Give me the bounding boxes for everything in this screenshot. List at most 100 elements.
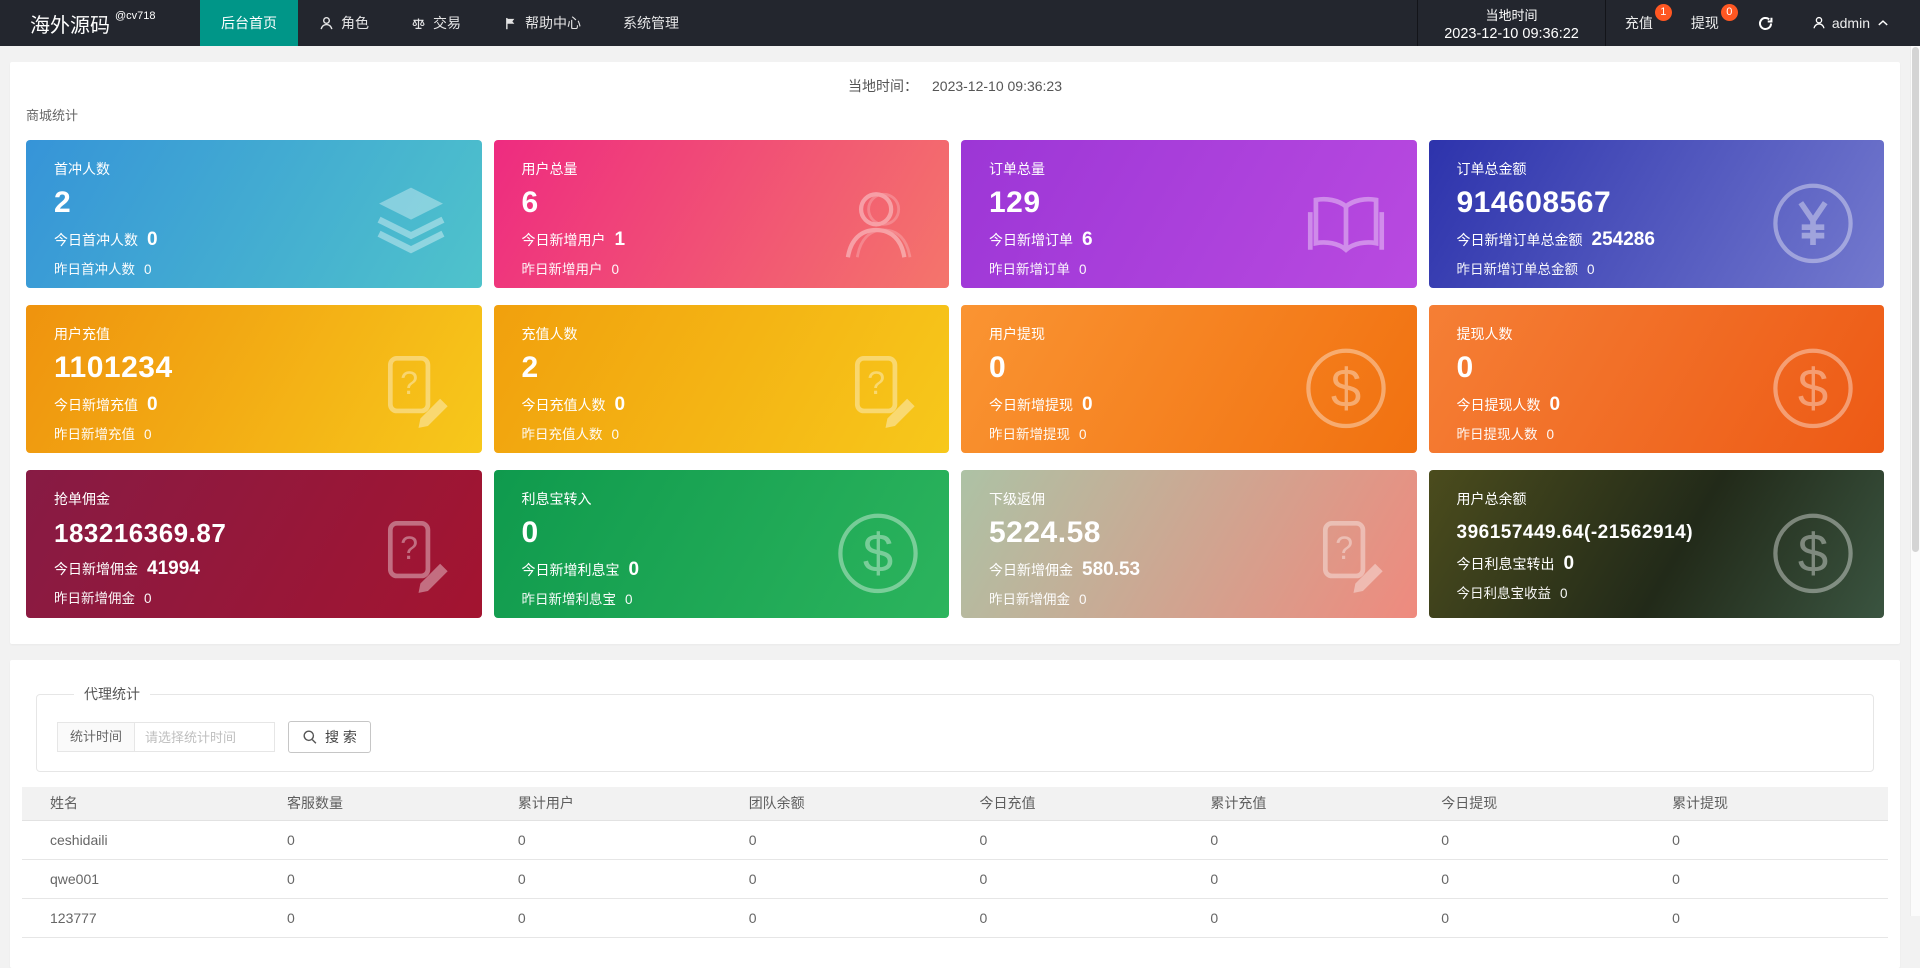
svg-text:$: $ (1798, 358, 1828, 419)
svg-text:$: $ (863, 523, 893, 584)
chevron-up-icon (1876, 16, 1890, 30)
page-scrollbar[interactable] (1910, 46, 1920, 916)
stat-card: 充值人数 2 今日充值人数0 昨日充值人数0 ? (494, 305, 950, 453)
filter-row: 统计时间 搜 索 (57, 721, 1853, 753)
table-cell: 0 (734, 820, 965, 859)
column-header: 累计提现 (1657, 787, 1888, 820)
menu-item-帮助中心[interactable]: 帮助中心 (482, 0, 602, 46)
flag-icon (503, 16, 518, 31)
stat-card: 用户充值 1101234 今日新增充值0 昨日新增充值0 ? (26, 305, 482, 453)
book-icon (1299, 176, 1393, 270)
stat-card-yesterday-label: 昨日新增用户 (522, 258, 603, 278)
stat-card-today-value: 0 (1550, 394, 1561, 416)
menu-item-交易[interactable]: 交易 (390, 0, 482, 46)
agent-stats-fieldset: 代理统计 统计时间 搜 索 (36, 684, 1874, 772)
stat-card-yesterday-value: 0 (1560, 586, 1568, 601)
yen-icon (1766, 176, 1860, 270)
stat-card-today-value: 0 (1564, 553, 1575, 575)
svg-text:?: ? (1335, 530, 1353, 566)
menu-item-后台首页[interactable]: 后台首页 (200, 0, 298, 46)
navbar: 海外源码 @cv718 后台首页 角色 交易 帮助中心 系统管理 当地时间 20… (0, 0, 1920, 46)
stat-card-today-value: 0 (147, 394, 158, 416)
stat-time-input[interactable] (135, 722, 275, 752)
svg-text:?: ? (400, 530, 418, 566)
recharge-link[interactable]: 充值 1 (1606, 0, 1672, 46)
scrollbar-thumb[interactable] (1912, 47, 1919, 552)
content-local-time-label: 当地时间： (848, 78, 918, 94)
stat-card-today-label: 今日新增佣金 (54, 559, 138, 579)
svg-text:$: $ (1330, 358, 1360, 419)
table-cell: 0 (503, 859, 734, 898)
refresh-button[interactable] (1738, 0, 1793, 46)
search-icon (302, 729, 318, 745)
local-time-label: 当地时间 (1444, 6, 1579, 25)
stat-card-yesterday-value: 0 (612, 427, 620, 442)
stat-card-yesterday-label: 昨日新增佣金 (989, 588, 1070, 608)
svg-text:?: ? (400, 365, 418, 401)
stat-card-yesterday-label: 昨日新增充值 (54, 423, 135, 443)
dollar-icon: $ (831, 506, 925, 600)
stat-card-today-label: 今日新增订单总金额 (1457, 230, 1583, 250)
stat-card-today-label: 今日新增订单 (989, 230, 1073, 250)
stat-card: 抢单佣金 183216369.87 今日新增佣金41994 昨日新增佣金0 ? (26, 470, 482, 618)
table-cell: 0 (734, 898, 965, 937)
local-time-value: 2023-12-10 09:36:22 (1444, 25, 1579, 44)
table-row: qwe0010000000 (22, 859, 1888, 898)
search-button-label: 搜 索 (325, 727, 357, 747)
brand-title: 海外源码 (30, 9, 110, 38)
table-header-row: 姓名客服数量累计用户团队余额今日充值累计充值今日提现累计提现 (22, 787, 1888, 820)
stat-card-yesterday-label: 昨日新增订单总金额 (1457, 258, 1579, 278)
withdraw-badge: 0 (1721, 4, 1738, 21)
stat-card-today-value: 0 (629, 559, 640, 581)
table-cell: 0 (272, 859, 503, 898)
username: admin (1832, 15, 1870, 31)
stat-card: 首冲人数 2 今日首冲人数0 昨日首冲人数0 (26, 140, 482, 288)
doc-icon: ? (831, 341, 925, 435)
withdraw-link[interactable]: 提现 0 (1672, 0, 1738, 46)
user-icon (831, 176, 925, 270)
stat-card-today-value: 6 (1082, 229, 1093, 251)
stat-card-today-value: 254286 (1592, 229, 1655, 251)
stat-card: 利息宝转入 0 今日新增利息宝0 昨日新增利息宝0 $ (494, 470, 950, 618)
doc-icon: ? (364, 506, 458, 600)
table-cell: 0 (1657, 898, 1888, 937)
menu-item-系统管理[interactable]: 系统管理 (602, 0, 700, 46)
table-row: ceshidaili0000000 (22, 820, 1888, 859)
stat-time-label: 统计时间 (57, 722, 135, 752)
user-menu[interactable]: admin (1793, 0, 1920, 46)
stat-card-today-label: 今日首冲人数 (54, 230, 138, 250)
stat-card-yesterday-label: 昨日首冲人数 (54, 258, 135, 278)
table-cell: 0 (1426, 898, 1657, 937)
table-cell: 0 (965, 898, 1196, 937)
table-cell: 0 (272, 820, 503, 859)
section-title-mall-stats: 商城统计 (26, 105, 1884, 124)
table-cell: 0 (272, 898, 503, 937)
stat-cards-grid: 首冲人数 2 今日首冲人数0 昨日首冲人数0 用户总量 6 今日新增用户1 昨日… (26, 140, 1884, 618)
stat-card-today-label: 今日新增利息宝 (522, 560, 620, 580)
table-cell: 0 (503, 898, 734, 937)
table-body: ceshidaili0000000qwe00100000001237770000… (22, 820, 1888, 937)
brand-logo[interactable]: 海外源码 @cv718 (0, 0, 200, 46)
stat-card-yesterday-label: 昨日新增佣金 (54, 587, 135, 607)
column-header: 累计充值 (1195, 787, 1426, 820)
stat-card-yesterday-label: 昨日新增订单 (989, 258, 1070, 278)
dollar-icon: $ (1766, 341, 1860, 435)
stat-card-today-value: 41994 (147, 558, 200, 580)
stat-card-today-value: 1 (615, 229, 626, 251)
search-button[interactable]: 搜 索 (288, 721, 371, 753)
layers-icon (364, 176, 458, 270)
column-header: 团队余额 (734, 787, 965, 820)
stat-card-yesterday-value: 0 (1079, 427, 1087, 442)
stat-card: 用户提现 0 今日新增提现0 昨日新增提现0 $ (961, 305, 1417, 453)
main-menu: 后台首页 角色 交易 帮助中心 系统管理 (200, 0, 700, 46)
local-time-block: 当地时间 2023-12-10 09:36:22 (1418, 0, 1605, 46)
stat-card-yesterday-label: 今日利息宝收益 (1457, 582, 1552, 602)
stat-card-today-value: 0 (1082, 394, 1093, 416)
withdraw-label: 提现 (1691, 13, 1719, 33)
stat-card-yesterday-value: 0 (1587, 262, 1595, 277)
stat-card-yesterday-label: 昨日提现人数 (1457, 423, 1538, 443)
table-cell: ceshidaili (22, 820, 272, 859)
content-local-time-value: 2023-12-10 09:36:23 (932, 78, 1062, 94)
stat-card-yesterday-value: 0 (1079, 592, 1087, 607)
menu-item-角色[interactable]: 角色 (298, 0, 390, 46)
